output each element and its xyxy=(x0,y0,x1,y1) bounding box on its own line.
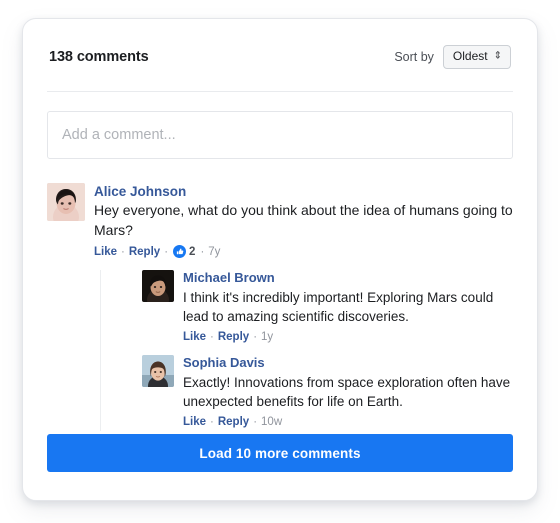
page-root: 138 comments Sort by Oldest ⇕ Add a comm… xyxy=(0,0,560,523)
comment-timestamp: 7y xyxy=(208,245,221,258)
replies-list: Michael Brown I think it's incredibly im… xyxy=(100,269,513,431)
add-comment-placeholder: Add a comment... xyxy=(62,126,176,143)
sort-select[interactable]: Oldest ⇕ xyxy=(442,45,511,69)
meta-separator: · xyxy=(200,245,205,258)
thumbs-up-icon xyxy=(173,245,187,259)
reply-button[interactable]: Reply xyxy=(218,414,249,430)
meta-separator: · xyxy=(164,245,169,258)
comment-timestamp: 1y xyxy=(261,331,274,344)
avatar-sophia-davis[interactable] xyxy=(142,355,174,388)
up-down-arrows-icon: ⇕ xyxy=(493,50,502,62)
add-comment-input[interactable]: Add a comment... xyxy=(47,110,513,159)
comment-text: Hey everyone, what do you think about th… xyxy=(94,202,513,239)
sort-control: Sort by Oldest ⇕ xyxy=(394,45,511,69)
like-button[interactable]: Like xyxy=(183,329,206,345)
meta-separator: · xyxy=(121,245,125,258)
like-button[interactable]: Like xyxy=(94,244,117,260)
comment-body: Alice Johnson Hey everyone, what do you … xyxy=(94,183,513,431)
comment-text: I think it's incredibly important! Explo… xyxy=(183,289,494,325)
avatar-alice-johnson[interactable] xyxy=(47,182,85,221)
reply-button[interactable]: Reply xyxy=(218,329,249,345)
comment-reply: Sophia Davis Exactly! Innovations from s… xyxy=(142,355,513,430)
reply-button[interactable]: Reply xyxy=(129,244,160,260)
comment-author-link[interactable]: Sophia Davis xyxy=(183,355,513,372)
comment-meta: Like · Reply · 2 · 7y xyxy=(94,244,513,260)
header-divider xyxy=(47,90,513,92)
comment-root: Alice Johnson Hey everyone, what do you … xyxy=(47,182,513,431)
avatar-michael-brown[interactable] xyxy=(142,269,174,302)
meta-separator: · xyxy=(253,416,258,429)
comments-card: 138 comments Sort by Oldest ⇕ Add a comm… xyxy=(22,18,538,501)
comment-timestamp: 10w xyxy=(261,416,283,429)
comment-reply: Michael Brown I think it's incredibly im… xyxy=(142,269,513,345)
comment-meta: Like · Reply · 10w xyxy=(183,414,513,430)
comment-body: Sophia Davis Exactly! Innovations from s… xyxy=(183,355,513,430)
meta-separator: · xyxy=(253,331,258,344)
comment-thread: Alice Johnson Hey everyone, what do you … xyxy=(47,182,513,431)
comment-meta: Like · Reply · 1y xyxy=(183,329,513,345)
reaction-count: 2 xyxy=(189,245,196,258)
comment-author-link[interactable]: Michael Brown xyxy=(183,270,513,287)
comment-text: Exactly! Innovations from space explorat… xyxy=(183,375,511,410)
comment-author-link[interactable]: Alice Johnson xyxy=(94,183,513,201)
reaction-badge[interactable]: 2 xyxy=(173,244,195,260)
sort-by-label: Sort by xyxy=(394,49,434,64)
page-title: 138 comments xyxy=(49,48,149,65)
card-header: 138 comments Sort by Oldest ⇕ xyxy=(47,45,513,69)
meta-separator: · xyxy=(210,416,214,429)
like-button[interactable]: Like xyxy=(183,414,206,430)
load-more-comments-button[interactable]: Load 10 more comments xyxy=(47,434,513,472)
sort-select-value: Oldest xyxy=(452,49,488,63)
meta-separator: · xyxy=(210,331,214,344)
comment-body: Michael Brown I think it's incredibly im… xyxy=(183,270,513,345)
